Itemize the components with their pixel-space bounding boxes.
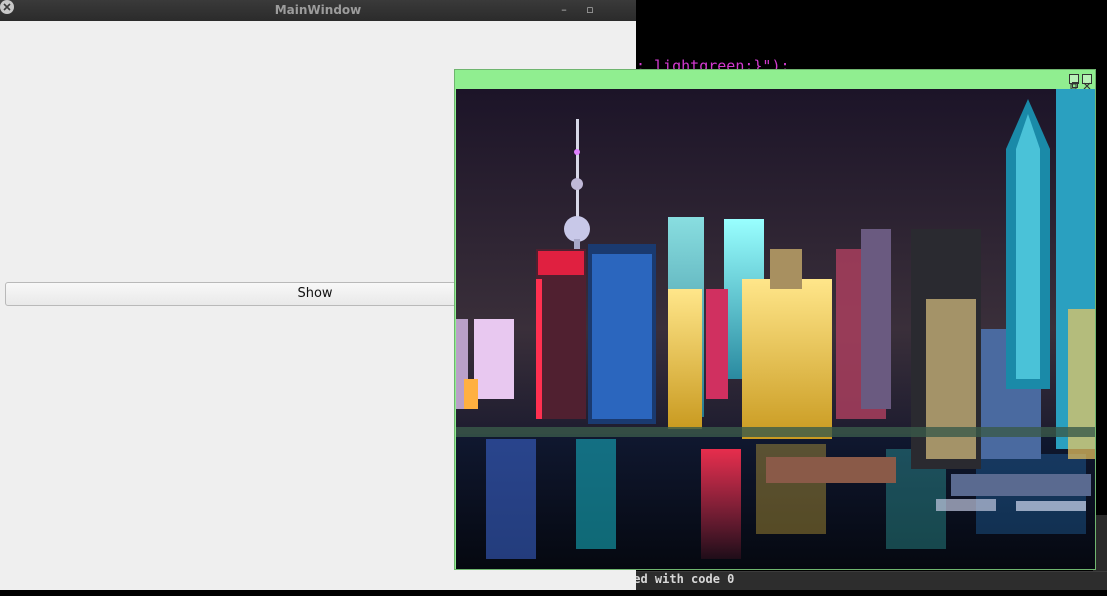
minimize-button[interactable]: – <box>557 3 571 17</box>
float-button[interactable] <box>1069 74 1079 90</box>
maximize-icon: ▫ <box>586 3 594 16</box>
dock-title-bar[interactable] <box>455 70 1095 90</box>
city-skyline-image <box>456 89 1095 569</box>
title-bar[interactable]: MainWindow – ▫ <box>0 0 636 21</box>
maximize-button[interactable]: ▫ <box>583 3 597 17</box>
minimize-icon: – <box>561 3 567 16</box>
dock-close-button[interactable] <box>1082 74 1092 90</box>
image-dock-window <box>454 69 1096 570</box>
city-skyline-illustration <box>456 89 1095 569</box>
terminal-exit-message: ced with code 0 <box>626 572 735 586</box>
window-title: MainWindow <box>274 3 362 17</box>
